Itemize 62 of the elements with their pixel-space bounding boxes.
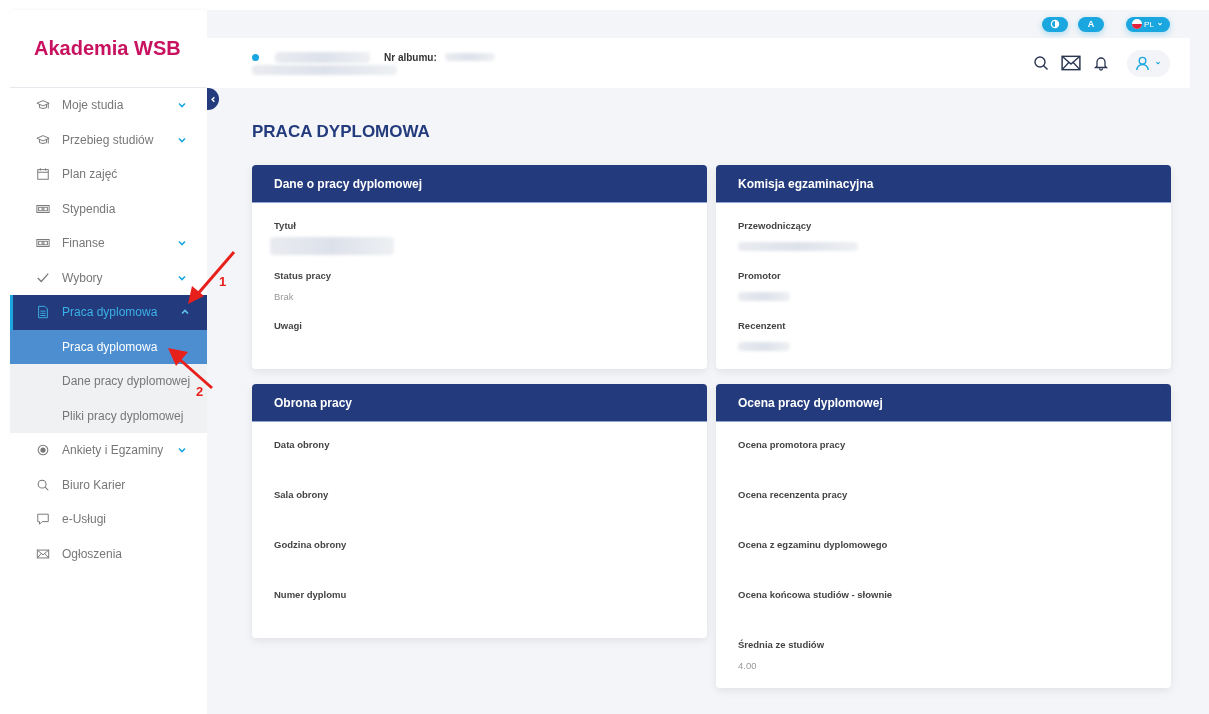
caret-icon [1155,20,1164,28]
field-label: Promotor [738,269,782,283]
sidebar-item[interactable]: Plan zajęć [10,157,207,192]
sidebar-item[interactable]: Moje studia [10,88,207,123]
field-label: Ocena końcowa studiów - słownie [738,588,894,602]
contrast-icon [1050,19,1060,29]
album-label: Nr albumu: [384,51,437,63]
sidebar-item[interactable]: Przebieg studiów [10,122,207,157]
sidebar-item[interactable]: Biuro Karier [10,467,207,502]
field-label: Sala obrony [274,488,330,502]
search-icon[interactable] [1033,55,1049,71]
status-dot [252,53,259,61]
field-label: Ocena promotora pracy [738,438,847,452]
field-label: Godzina obrony [274,538,348,552]
field-label: Numer dyplomu [274,588,348,602]
sidebar-item[interactable]: Ankiety i Egzaminy [10,433,207,468]
chevron-left-icon [208,94,218,104]
user-menu-button[interactable] [1127,49,1170,77]
chat-icon [36,512,50,527]
bell-icon[interactable] [1093,55,1109,71]
mail-icon[interactable] [1061,55,1081,71]
flag-icon [1132,19,1143,29]
card-title: Dane o pracy dyplomowej [274,176,423,191]
field-label: Średnia ze studiów [738,638,826,652]
calendar-icon [36,167,50,182]
field-value: Brak [274,290,294,302]
graduation-cap-icon [36,132,50,147]
field-label: Recenzent [738,319,787,333]
annotation-number: 1 [219,274,227,289]
sidebar-item[interactable]: Stypendia [10,191,207,226]
sidebar-item[interactable]: Wybory [10,260,207,295]
sidebar-item[interactable]: Ogłoszenia [10,536,207,571]
field-label: Przewodniczący [738,219,813,233]
search-icon [36,477,50,492]
sidebar-subitem[interactable]: Pliki pracy dyplomowej [10,398,207,433]
user-icon [1135,55,1150,71]
sidebar-item[interactable]: e-Usługi [10,502,207,537]
radio-icon [36,443,50,458]
logo[interactable]: Akademia WSB [34,37,181,60]
field-label: Status pracy [274,269,333,283]
field-value: 4.00 [738,659,757,671]
card-title: Komisja egzaminacyjna [738,176,874,191]
sidebar-item[interactable]: Praca dyplomowa [10,295,207,330]
mail-icon [36,546,50,561]
field-label: Ocena z egzaminu dyplomowego [738,538,889,552]
field-label: Ocena recenzenta pracy [738,488,849,502]
sidebar-subitem[interactable]: Praca dyplomowa [10,329,207,364]
field-label: Uwagi [274,319,303,333]
card-title: Ocena pracy dyplomowej [738,395,883,410]
language-selector[interactable]: PL [1126,16,1170,32]
sidebar-item[interactable]: Finanse [10,226,207,261]
collapse-button[interactable] [207,88,219,110]
card-title: Obrona pracy [274,395,353,410]
document-icon [36,305,50,320]
font-size-button[interactable]: A [1078,16,1104,32]
field-label: Tytuł [274,219,297,233]
field-label: Data obrony [274,438,331,452]
check-icon [36,270,50,285]
caret-icon [1154,59,1162,67]
annotation-number: 2 [196,384,204,399]
contrast-button[interactable] [1042,16,1068,32]
page-title: PRACA DYPLOMOWA [252,122,431,142]
